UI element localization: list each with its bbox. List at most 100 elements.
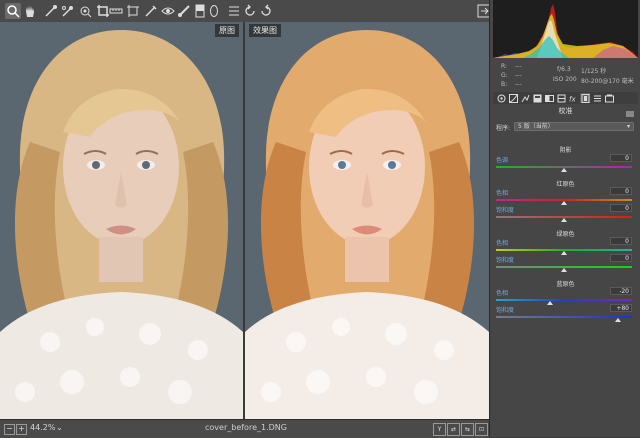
zoom-in-button[interactable]: +: [16, 424, 27, 435]
slider-value-field[interactable]: +80: [610, 304, 632, 312]
slider-track[interactable]: [496, 316, 632, 318]
tab-presets[interactable]: [592, 93, 602, 103]
detail-icon: [521, 94, 529, 102]
process-version-value: 5 版（当前）: [518, 123, 554, 130]
hand-tool[interactable]: [22, 3, 38, 19]
slider-label: 饱和度: [496, 257, 515, 264]
straighten-tool[interactable]: [108, 3, 124, 19]
rotate-right-tool[interactable]: [258, 3, 274, 19]
slider-shadows-tint[interactable]: 色调 0: [496, 154, 636, 173]
panel-tabs: fx: [493, 92, 638, 104]
swap-settings-button[interactable]: ⇄: [447, 423, 460, 436]
slider-track[interactable]: [496, 299, 632, 301]
histogram: [493, 0, 638, 58]
zoom-dropdown-chevron[interactable]: ⌄: [56, 423, 63, 432]
g-label: G:: [501, 72, 508, 79]
view-mode-button[interactable]: Y: [433, 423, 446, 436]
slider-thumb[interactable]: [561, 168, 567, 172]
panel-menu-icon: [626, 111, 634, 117]
preferences-tool[interactable]: [226, 3, 242, 19]
slider-blue-saturation[interactable]: 饱和度 +80: [496, 304, 636, 323]
hand-icon: [26, 6, 34, 17]
panel-menu-button[interactable]: [625, 104, 635, 117]
slider-label: 色相: [496, 190, 509, 197]
process-version-select[interactable]: 5 版（当前） ▾: [514, 122, 634, 131]
chevron-down-icon: ▾: [626, 123, 630, 130]
rotate-left-tool[interactable]: [242, 3, 258, 19]
copy-settings-button[interactable]: ⇆: [461, 423, 474, 436]
color-sampler-tool[interactable]: [60, 3, 76, 19]
snapshots-icon: [604, 94, 614, 102]
before-pane[interactable]: 原图: [0, 22, 243, 419]
spot-removal-tool[interactable]: [143, 3, 159, 19]
slider-label: 色相: [496, 240, 509, 247]
slider-thumb[interactable]: [561, 218, 567, 222]
targeted-adjustment-tool[interactable]: [77, 3, 93, 19]
before-photo: [0, 22, 243, 419]
transform-tool[interactable]: [125, 3, 141, 19]
presets-icon: [593, 95, 601, 101]
b-label: B:: [501, 81, 508, 88]
lens: 80-200@170 毫米: [581, 78, 634, 85]
rotate-left-icon: [245, 4, 255, 16]
brush-icon: [178, 5, 190, 17]
slider-value-field[interactable]: 0: [610, 204, 632, 212]
zoom-out-button[interactable]: −: [4, 424, 15, 435]
slider-green-saturation[interactable]: 饱和度 0: [496, 254, 636, 273]
tab-effects[interactable]: fx: [568, 93, 578, 103]
process-row: 程序: 5 版（当前） ▾: [496, 122, 636, 132]
tab-detail[interactable]: [520, 93, 530, 103]
rotate-right-icon: [261, 4, 271, 16]
tab-tone-curve[interactable]: [508, 93, 518, 103]
list-icon: [229, 6, 239, 16]
svg-text:fx: fx: [569, 95, 576, 103]
tab-basic[interactable]: [496, 93, 506, 103]
tab-lens[interactable]: [556, 93, 566, 103]
slider-value-field[interactable]: 0: [610, 154, 632, 162]
g-value: ---: [515, 72, 522, 79]
radial-filter-tool[interactable]: [206, 3, 222, 19]
r-label: R:: [501, 63, 508, 70]
straighten-icon: [109, 8, 123, 14]
r-value: ---: [515, 63, 522, 70]
slider-value-field[interactable]: 0: [610, 254, 632, 262]
tab-snapshots[interactable]: [604, 93, 614, 103]
slider-value-field[interactable]: 0: [610, 187, 632, 195]
adjustment-panel: R: --- G: --- B: --- f/6.3 1/125 秒 ISO 2…: [489, 0, 640, 437]
zoom-level[interactable]: 44.2%: [30, 423, 55, 432]
tab-hsl[interactable]: [532, 93, 542, 103]
transform-icon: [127, 5, 139, 17]
camera-info: R: --- G: --- B: --- f/6.3 1/125 秒 ISO 2…: [493, 60, 638, 90]
red-eye-tool[interactable]: [160, 3, 176, 19]
slider-label: 色相: [496, 290, 509, 297]
after-label: 效果图: [249, 24, 281, 37]
slider-value-field[interactable]: -20: [610, 287, 632, 295]
slider-label: 饱和度: [496, 207, 515, 214]
split-toning-icon: [544, 94, 554, 102]
file-name: cover_before_1.DNG: [205, 423, 287, 432]
toggle-settings-button[interactable]: ⊡: [475, 423, 488, 436]
tab-split-toning[interactable]: [544, 93, 554, 103]
shutter-speed: 1/125 秒: [581, 68, 607, 75]
aperture: f/6.3: [557, 66, 571, 73]
tab-calibration[interactable]: [580, 93, 590, 103]
red-eye-icon: [161, 7, 175, 15]
slider-thumb[interactable]: [615, 318, 622, 322]
after-pane[interactable]: 效果图: [245, 22, 489, 419]
aperture-icon: [497, 94, 505, 102]
status-bar: − + 44.2% ⌄ cover_before_1.DNG Y ⇄ ⇆ ⊡: [0, 419, 489, 438]
calibration-icon: [581, 93, 589, 103]
slider-thumb[interactable]: [561, 268, 567, 272]
white-balance-tool[interactable]: [43, 3, 59, 19]
process-label: 程序:: [496, 125, 511, 132]
fx-icon: fx: [569, 95, 576, 103]
slider-value-field[interactable]: 0: [610, 237, 632, 245]
slider-red-saturation[interactable]: 饱和度 0: [496, 204, 636, 223]
image-viewer[interactable]: 原图 效果图: [0, 22, 489, 419]
graduated-filter-icon: [195, 4, 205, 18]
adjustment-brush-tool[interactable]: [176, 3, 192, 19]
radial-filter-icon: [210, 5, 218, 17]
hsl-icon: [533, 94, 541, 102]
zoom-tool[interactable]: [5, 3, 21, 19]
after-photo: [245, 22, 489, 419]
